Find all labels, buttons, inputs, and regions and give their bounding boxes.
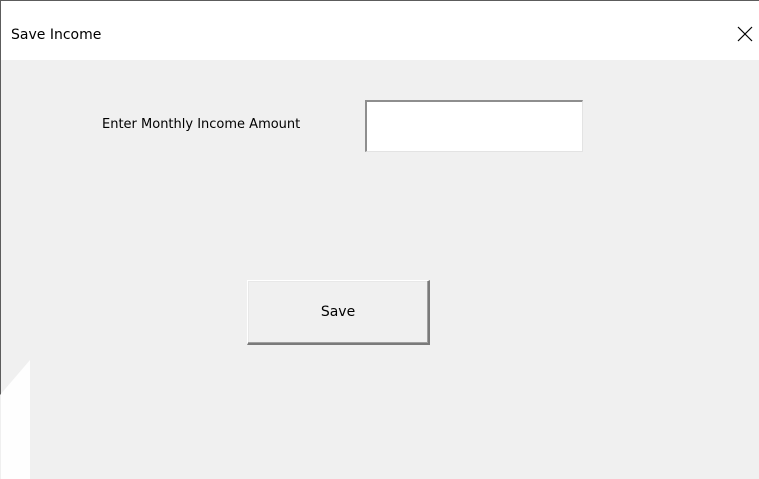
save-income-dialog: Save Income Enter Monthly Income Amount … [0, 0, 759, 479]
title-bar[interactable]: Save Income [0, 0, 759, 60]
income-label: Enter Monthly Income Amount [102, 117, 301, 132]
close-icon [737, 26, 753, 42]
save-button[interactable]: Save [247, 280, 430, 345]
screen: Save Income Enter Monthly Income Amount … [0, 0, 759, 479]
dialog-body: Enter Monthly Income Amount Save [0, 60, 759, 479]
window-title: Save Income [11, 27, 102, 43]
income-input[interactable] [365, 100, 583, 152]
close-button[interactable] [730, 19, 759, 49]
